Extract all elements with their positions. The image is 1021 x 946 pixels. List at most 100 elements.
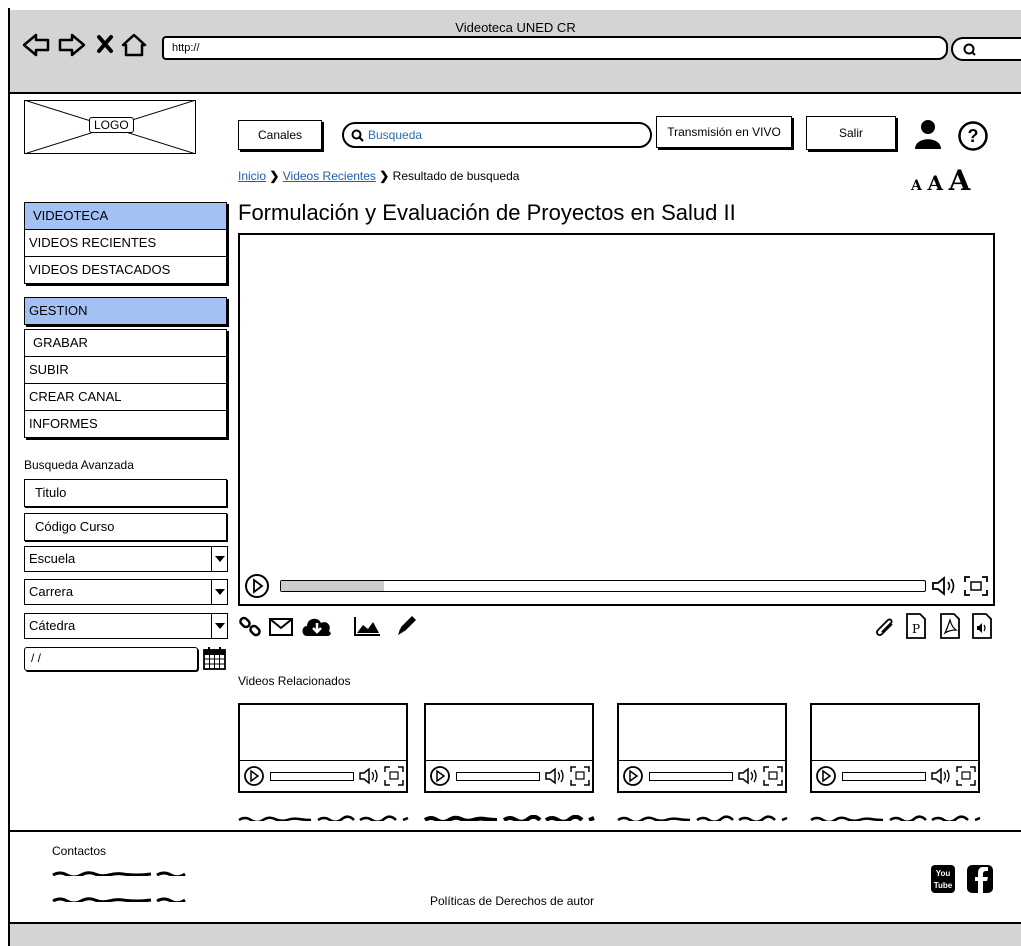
related-video-thumbnail[interactable]	[238, 703, 408, 793]
logo: LOGO	[23, 99, 196, 154]
edit-pencil-icon[interactable]	[394, 612, 420, 638]
window-left-border	[8, 8, 10, 946]
audio-file-icon[interactable]	[970, 612, 994, 640]
close-icon[interactable]	[97, 35, 113, 53]
related-video-thumbnail[interactable]	[424, 703, 594, 793]
related-progress-bar[interactable]	[649, 772, 733, 781]
back-icon[interactable]	[22, 33, 50, 57]
school-select-value: Escuela	[29, 551, 76, 566]
related-video-thumbnail[interactable]	[810, 703, 980, 793]
browser-status-bar	[10, 924, 1021, 946]
sidebar-item-recent-videos[interactable]: VIDEOS RECIENTES	[24, 229, 227, 257]
volume-icon[interactable]	[358, 765, 382, 787]
pdf-icon[interactable]	[938, 612, 962, 640]
related-video-caption	[617, 815, 788, 821]
play-icon[interactable]	[622, 765, 644, 787]
search-icon	[963, 43, 976, 56]
date-field[interactable]: / /	[24, 647, 198, 671]
related-video-caption	[424, 815, 595, 821]
home-icon[interactable]	[121, 33, 147, 57]
chart-area-icon[interactable]	[352, 614, 382, 638]
footer: Contactos Políticas de Derechos de autor…	[10, 830, 1021, 924]
play-icon[interactable]	[815, 765, 837, 787]
facebook-icon[interactable]	[966, 864, 994, 894]
volume-icon[interactable]	[544, 765, 568, 787]
breadcrumb-recent-link[interactable]: Videos Recientes	[283, 169, 376, 183]
copyright-link[interactable]: Políticas de Derechos de autor	[430, 894, 594, 908]
fullscreen-icon[interactable]	[383, 765, 405, 787]
sidebar-header-gestion[interactable]: GESTION	[24, 297, 227, 325]
link-icon[interactable]	[238, 614, 264, 640]
url-bar[interactable]: http://	[162, 36, 948, 60]
contact-placeholder-text	[52, 871, 186, 876]
search-input[interactable]: Busqueda	[342, 122, 652, 148]
career-select[interactable]: Carrera	[24, 579, 228, 605]
svg-text:?: ?	[968, 126, 979, 146]
chair-select[interactable]: Cátedra	[24, 613, 228, 639]
video-player[interactable]	[238, 233, 995, 606]
volume-icon[interactable]	[930, 765, 954, 787]
paperclip-icon[interactable]	[872, 614, 898, 640]
advanced-search-heading: Busqueda Avanzada	[24, 458, 134, 472]
volume-icon[interactable]	[930, 574, 960, 598]
channels-button[interactable]: Canales	[238, 120, 322, 150]
breadcrumb-current: Resultado de busqueda	[392, 169, 520, 183]
forward-icon[interactable]	[58, 33, 86, 57]
related-progress-bar[interactable]	[456, 772, 540, 781]
related-progress-bar[interactable]	[270, 772, 354, 781]
sidebar-item-record[interactable]: GRABAR	[24, 329, 227, 357]
fullscreen-icon[interactable]	[762, 765, 784, 787]
svg-text:You: You	[936, 869, 951, 878]
logout-button[interactable]: Salir	[806, 116, 896, 150]
related-videos-heading: Videos Relacionados	[238, 674, 351, 688]
title-field[interactable]: Titulo	[24, 479, 227, 507]
email-icon[interactable]	[268, 616, 294, 638]
fullscreen-icon[interactable]	[569, 765, 591, 787]
chevron-down-icon	[211, 547, 227, 571]
sidebar-item-create-channel[interactable]: CREAR CANAL	[24, 383, 227, 411]
course-code-field[interactable]: Código Curso	[24, 513, 227, 541]
career-select-value: Carrera	[29, 584, 74, 599]
related-video-thumbnail[interactable]	[617, 703, 787, 793]
chevron-down-icon	[211, 614, 227, 638]
sidebar-item-reports[interactable]: INFORMES	[24, 410, 227, 438]
related-video-caption	[238, 815, 409, 821]
video-progress-fill	[281, 581, 385, 591]
video-progress-bar[interactable]	[280, 580, 926, 592]
page-title: Formulación y Evaluación de Proyectos en…	[238, 200, 736, 225]
youtube-icon[interactable]: You Tube	[930, 864, 956, 894]
chevron-right-icon: ❯	[269, 169, 283, 183]
contact-placeholder-text	[52, 897, 186, 902]
play-icon[interactable]	[244, 573, 272, 599]
calendar-icon[interactable]	[202, 645, 228, 671]
school-select[interactable]: Escuela	[24, 546, 228, 572]
sidebar-item-upload[interactable]: SUBIR	[24, 356, 227, 384]
font-medium-button[interactable]: A	[927, 171, 943, 195]
chevron-right-icon: ❯	[379, 169, 393, 183]
play-icon[interactable]	[429, 765, 451, 787]
contacts-heading: Contactos	[52, 844, 107, 858]
breadcrumb-home-link[interactable]: Inicio	[238, 169, 266, 183]
fullscreen-icon[interactable]	[955, 765, 977, 787]
logo-label: LOGO	[89, 117, 134, 133]
volume-icon[interactable]	[737, 765, 761, 787]
play-icon[interactable]	[243, 765, 265, 787]
sidebar-header-videoteca[interactable]: VIDEOTECA	[24, 202, 227, 230]
font-small-button[interactable]: A	[911, 178, 922, 194]
live-button[interactable]: Transmisión en VIVO	[656, 116, 792, 148]
document-p-icon[interactable]: P	[904, 612, 928, 640]
font-large-button[interactable]: A	[949, 164, 971, 197]
browser-nav-icons	[22, 33, 147, 57]
cloud-download-icon[interactable]	[300, 612, 334, 640]
related-video-caption	[810, 815, 981, 821]
related-progress-bar[interactable]	[842, 772, 926, 781]
fullscreen-icon[interactable]	[962, 574, 990, 598]
svg-text:P: P	[912, 622, 920, 636]
chevron-down-icon	[211, 580, 227, 604]
sidebar-item-featured-videos[interactable]: VIDEOS DESTACADOS	[24, 256, 227, 284]
breadcrumb: Inicio ❯ Videos Recientes ❯ Resultado de…	[238, 169, 519, 183]
user-icon[interactable]	[913, 118, 943, 150]
browser-search[interactable]	[951, 37, 1021, 61]
help-icon[interactable]: ?	[957, 120, 989, 152]
font-size-controls: A A A	[911, 164, 970, 197]
